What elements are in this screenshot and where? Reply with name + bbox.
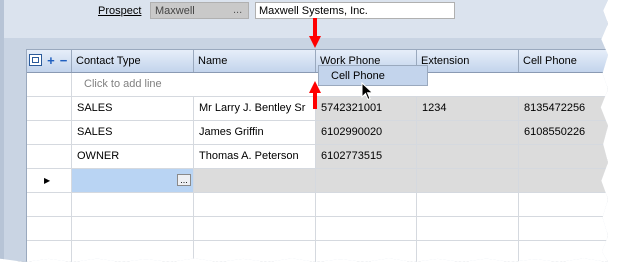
cell-extension[interactable]: [417, 169, 519, 192]
column-header-extension[interactable]: Extension: [417, 50, 519, 72]
empty-cell: [519, 241, 608, 262]
prospect-lookup-button[interactable]: ...: [233, 4, 242, 16]
table-row[interactable]: SALES James Griffin 6102990020 610855022…: [27, 121, 608, 145]
add-row-icon[interactable]: +: [47, 50, 55, 72]
table-row[interactable]: OWNER Thomas A. Peterson 6102773515: [27, 145, 608, 169]
cell-work-phone[interactable]: 6102773515: [316, 145, 417, 168]
empty-cell: [417, 241, 519, 262]
empty-cell: [316, 217, 417, 240]
column-header-cell-phone[interactable]: Cell Phone: [519, 50, 608, 72]
new-row[interactable]: ▶ ...: [27, 169, 608, 193]
empty-row: [27, 217, 608, 241]
empty-cell: [72, 193, 194, 216]
cell-cell-phone[interactable]: 6108550226: [519, 121, 608, 144]
prospect-label[interactable]: Prospect: [98, 5, 141, 17]
cell-name[interactable]: [194, 169, 316, 192]
left-strip: [0, 0, 4, 262]
cell-name[interactable]: James Griffin: [194, 121, 316, 144]
empty-cell: [194, 193, 316, 216]
empty-cell: [27, 217, 72, 240]
row-selector[interactable]: [27, 121, 72, 144]
prospect-name-field[interactable]: Maxwell Systems, Inc.: [255, 2, 455, 19]
cell-name[interactable]: Mr Larry J. Bentley Sr: [194, 97, 316, 120]
empty-cell: [72, 217, 194, 240]
empty-cell: [194, 241, 316, 262]
delete-row-icon[interactable]: −: [60, 50, 68, 72]
row-selector: [27, 73, 72, 96]
cell-cell-phone[interactable]: [519, 145, 608, 168]
cell-cell-phone[interactable]: [519, 169, 608, 192]
prospect-form: Prospect Maxwell ... Maxwell Systems, In…: [4, 0, 608, 38]
empty-cell: [519, 217, 608, 240]
empty-cell: [519, 193, 608, 216]
header-tools: + −: [27, 50, 72, 72]
empty-cell: [417, 193, 519, 216]
empty-cell: [27, 241, 72, 262]
empty-cell: [417, 217, 519, 240]
column-header-name[interactable]: Name: [194, 50, 316, 72]
cell-contact-type[interactable]: SALES: [72, 121, 194, 144]
screenshot-frame: Prospect Maxwell ... Maxwell Systems, In…: [0, 0, 608, 262]
column-chooser-icon[interactable]: [29, 54, 42, 67]
current-row-indicator-icon: ▶: [27, 169, 72, 192]
empty-cell: [72, 241, 194, 262]
empty-row: [27, 193, 608, 217]
cell-contact-type[interactable]: SALES: [72, 97, 194, 120]
cell-extension[interactable]: 1234: [417, 97, 519, 120]
empty-cell: [316, 193, 417, 216]
cell-name[interactable]: Thomas A. Peterson: [194, 145, 316, 168]
ellipsis-button[interactable]: ...: [177, 174, 191, 186]
row-selector[interactable]: [27, 145, 72, 168]
empty-cell: [316, 241, 417, 262]
row-selector[interactable]: [27, 97, 72, 120]
cell-contact-type-editor[interactable]: ...: [72, 169, 194, 192]
empty-cell: [194, 217, 316, 240]
cell-cell-phone[interactable]: 8135472256: [519, 97, 608, 120]
red-arrow-down-icon: [309, 18, 321, 48]
empty-row: [27, 241, 608, 262]
cell-contact-type[interactable]: OWNER: [72, 145, 194, 168]
column-header-contact-type[interactable]: Contact Type: [72, 50, 194, 72]
empty-cell: [27, 193, 72, 216]
cell-extension[interactable]: [417, 145, 519, 168]
red-arrow-up-icon: [309, 81, 321, 109]
cell-extension[interactable]: [417, 121, 519, 144]
cell-work-phone[interactable]: [316, 169, 417, 192]
cell-work-phone[interactable]: 6102990020: [316, 121, 417, 144]
mouse-cursor-icon: [361, 82, 374, 101]
